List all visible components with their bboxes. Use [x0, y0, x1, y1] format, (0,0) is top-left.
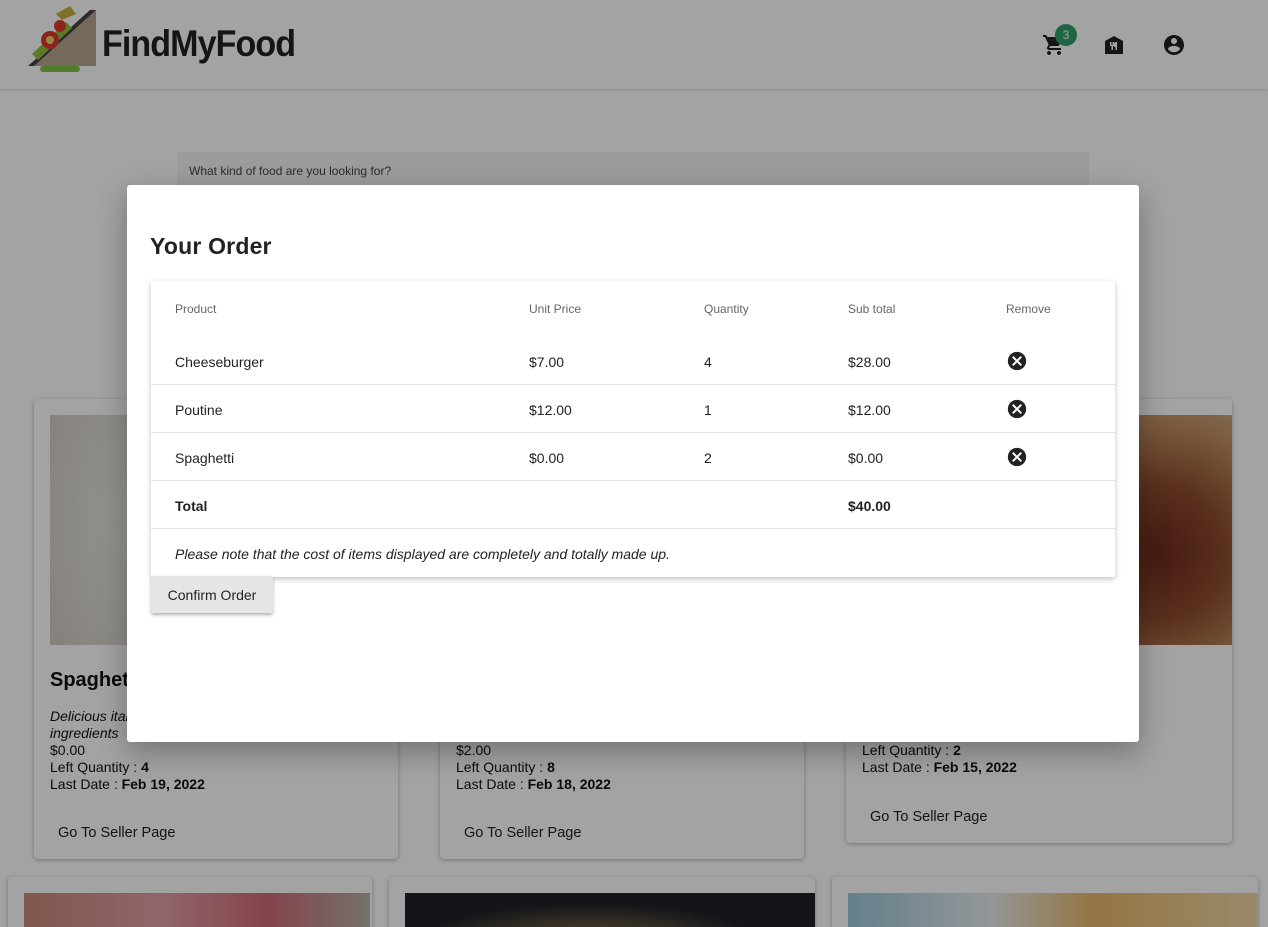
product-name: Poutine [175, 402, 223, 418]
remove-item-icon[interactable] [1006, 446, 1028, 468]
total-row: Total $40.00 [151, 481, 1115, 529]
total-value: $40.00 [848, 498, 891, 514]
unit-price: $0.00 [529, 450, 565, 466]
column-header-unit-price: Unit Price [529, 302, 582, 316]
table-row: Cheeseburger $7.00 4 $28.00 [151, 337, 1115, 385]
unit-price: $7.00 [529, 354, 565, 370]
order-table: Product Unit Price Quantity Sub total Re… [151, 281, 1115, 577]
total-label: Total [175, 498, 208, 514]
table-row: Poutine $12.00 1 $12.00 [151, 385, 1115, 433]
order-dialog: Your Order Product Unit Price Quantity S… [127, 185, 1139, 742]
column-header-subtotal: Sub total [848, 302, 896, 316]
subtotal: $0.00 [848, 450, 884, 466]
quantity: 4 [704, 354, 712, 370]
column-header-remove: Remove [1006, 302, 1051, 316]
note-row: Please note that the cost of items displ… [151, 529, 1115, 577]
product-name: Spaghetti [175, 450, 235, 466]
subtotal: $12.00 [848, 402, 891, 418]
unit-price: $12.00 [529, 402, 572, 418]
column-header-product: Product [175, 302, 217, 316]
remove-item-icon[interactable] [1006, 350, 1028, 372]
quantity: 2 [704, 450, 712, 466]
dialog-title: Your Order [150, 233, 272, 259]
table-row: Spaghetti $0.00 2 $0.00 [151, 433, 1115, 481]
column-header-quantity: Quantity [704, 302, 749, 316]
product-name: Cheeseburger [175, 354, 264, 370]
price-disclaimer: Please note that the cost of items displ… [175, 546, 670, 562]
quantity: 1 [704, 402, 712, 418]
remove-item-icon[interactable] [1006, 398, 1028, 420]
confirm-order-button[interactable]: Confirm Order [151, 576, 273, 613]
subtotal: $28.00 [848, 354, 891, 370]
